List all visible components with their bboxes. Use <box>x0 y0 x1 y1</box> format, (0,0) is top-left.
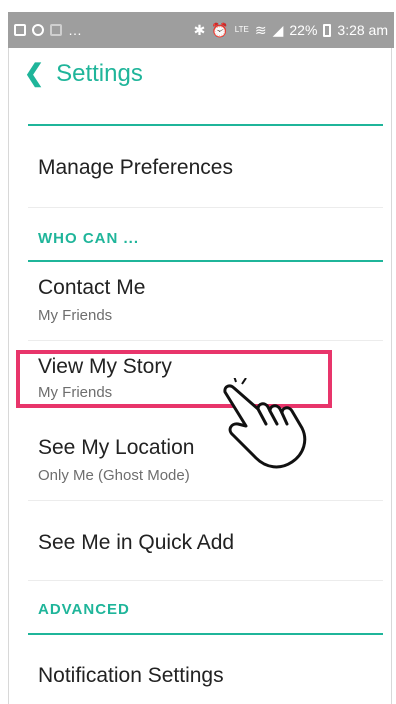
back-button[interactable]: ❮ Settings <box>24 60 143 88</box>
section-divider <box>28 633 383 635</box>
battery-percent: 22% <box>289 22 318 38</box>
page-title: Settings <box>56 60 143 87</box>
chevron-left-icon: ❮ <box>24 60 45 87</box>
pointing-hand-icon <box>223 378 307 469</box>
notification-settings-item[interactable]: Notification Settings <box>38 663 368 689</box>
wifi-icon: ≋ <box>254 21 267 38</box>
contact-me-value: My Friends <box>38 307 113 324</box>
bluetooth-icon: ✱ <box>193 21 206 38</box>
more-notifications-icon: … <box>68 22 82 38</box>
row-divider <box>28 500 383 501</box>
see-me-in-quick-add-item[interactable]: See Me in Quick Add <box>38 530 368 556</box>
see-my-location-item[interactable]: See My Location Only Me (Ghost Mode) <box>38 435 368 484</box>
header-divider <box>28 124 383 126</box>
manage-preferences-label: Manage Preferences <box>38 156 233 179</box>
row-divider <box>28 580 383 581</box>
signal-icon: ◢ <box>272 21 284 38</box>
manage-preferences-item[interactable]: Manage Preferences <box>38 155 368 181</box>
section-header-advanced: ADVANCED <box>38 601 130 618</box>
contact-me-label: Contact Me <box>38 276 146 299</box>
status-bar: … ✱ ⏰ LTE ≋ ◢ 22% 3:28 am <box>8 12 394 48</box>
contact-me-item[interactable]: Contact Me My Friends <box>38 275 368 324</box>
image-icon <box>50 24 62 36</box>
see-my-location-value: Only Me (Ghost Mode) <box>38 467 190 484</box>
see-me-in-quick-add-label: See Me in Quick Add <box>38 531 235 554</box>
row-divider <box>28 207 383 208</box>
status-bar-notifications: … <box>14 22 82 38</box>
see-my-location-label: See My Location <box>38 436 195 459</box>
gallery-icon <box>14 24 26 36</box>
status-bar-system: ✱ ⏰ LTE ≋ ◢ 22% 3:28 am <box>194 22 388 39</box>
notification-settings-label: Notification Settings <box>38 664 224 687</box>
alarm-icon: ⏰ <box>211 21 229 38</box>
whatsapp-icon <box>32 24 44 36</box>
section-divider <box>28 260 383 262</box>
volte-icon: LTE <box>234 25 249 34</box>
clock: 3:28 am <box>337 22 388 38</box>
row-divider <box>28 340 383 341</box>
section-header-who-can: WHO CAN ... <box>38 230 139 247</box>
battery-icon <box>323 23 332 37</box>
